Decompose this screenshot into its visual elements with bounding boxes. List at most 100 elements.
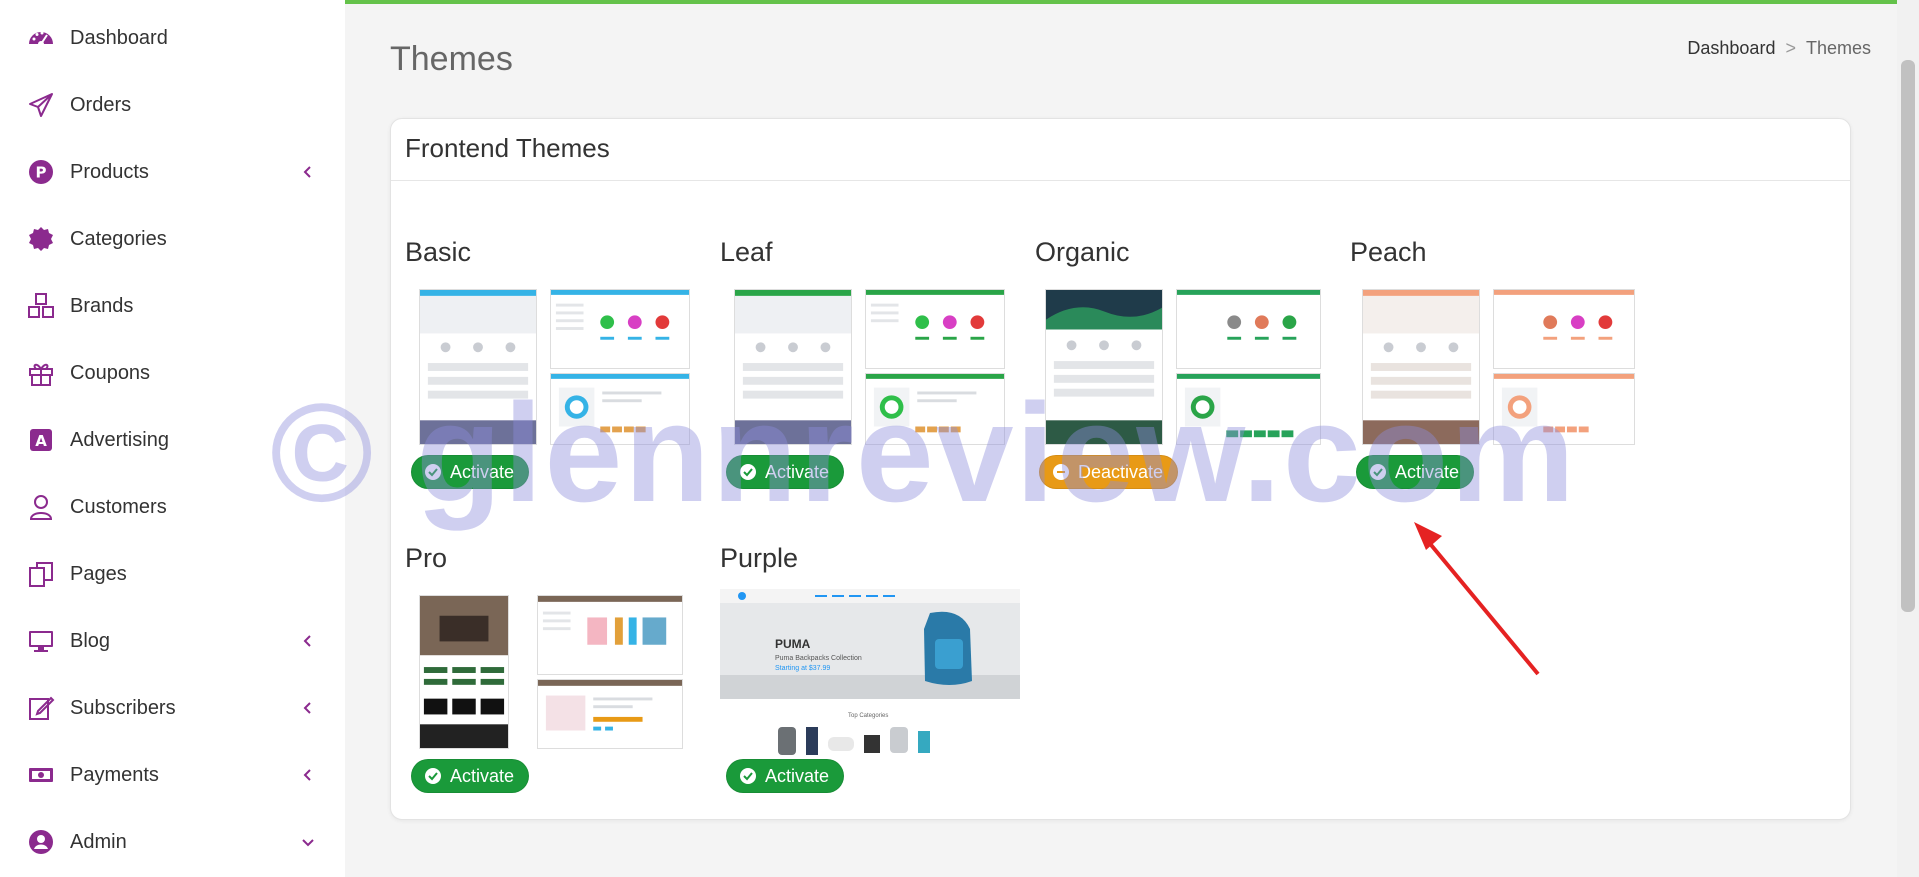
- theme-name: Peach: [1350, 237, 1427, 267]
- breadcrumb-dashboard-link[interactable]: Dashboard: [1687, 38, 1775, 59]
- theme-name: Organic: [1035, 237, 1130, 267]
- edit-icon: [26, 693, 56, 723]
- deactivate-button[interactable]: Deactivate: [1039, 455, 1179, 489]
- theme-pro: Pro Activate: [405, 543, 705, 803]
- sidebar-item-label: Subscribers: [70, 696, 176, 719]
- breadcrumb: Dashboard > Themes: [1687, 38, 1871, 59]
- paper-plane-icon: [26, 90, 56, 120]
- dashboard-gauge-icon: [26, 23, 56, 53]
- svg-text:P: P: [36, 164, 47, 182]
- sidebar-item-label: Dashboard: [70, 26, 168, 49]
- theme-preview-shop: [537, 595, 683, 675]
- preview-subline: Starting at $37.99: [775, 665, 831, 672]
- button-label: Activate: [765, 765, 830, 786]
- theme-name: Basic: [405, 237, 472, 267]
- theme-preview-home: [1362, 289, 1480, 445]
- sidebar-item-dashboard[interactable]: Dashboard: [0, 8, 345, 68]
- gift-icon: [26, 358, 56, 388]
- chevron-left-icon[interactable]: [300, 767, 316, 783]
- check-circle-icon: [1369, 463, 1387, 481]
- theme-preview-home: [419, 289, 537, 445]
- theme-preview-product: [537, 679, 683, 749]
- user-circle-icon: [26, 827, 56, 857]
- button-label: Activate: [450, 461, 515, 482]
- scrollbar-thumb[interactable]: [1901, 60, 1915, 612]
- preview-category-row: [778, 727, 978, 757]
- button-label: Activate: [450, 765, 515, 786]
- sidebar-item-label: Products: [70, 160, 149, 183]
- sidebar-item-label: Coupons: [70, 361, 151, 384]
- theme-preview-product: [550, 373, 690, 445]
- activate-button[interactable]: Activate: [726, 455, 845, 489]
- minus-circle-icon: [1052, 463, 1070, 481]
- pages-icon: [26, 559, 56, 589]
- theme-preview-product: [1493, 373, 1635, 445]
- theme-preview-home: [419, 595, 509, 749]
- page-scrollbar[interactable]: [1897, 0, 1919, 877]
- theme-preview-home: [734, 289, 852, 445]
- sidebar-item-admin[interactable]: Admin: [0, 812, 345, 872]
- activate-button[interactable]: Activate: [1356, 455, 1475, 489]
- sidebar-item-blog[interactable]: Blog: [0, 611, 345, 671]
- button-label: Deactivate: [1078, 461, 1164, 482]
- preview-section: Top Categories: [848, 713, 889, 719]
- sidebar-item-label: Orders: [70, 93, 132, 116]
- sidebar-item-label: Pages: [70, 562, 127, 585]
- breadcrumb-current: Themes: [1805, 38, 1871, 58]
- ad-square-icon: A: [26, 425, 56, 455]
- sidebar-item-orders[interactable]: Orders: [0, 75, 345, 135]
- theme-preview-shop: [550, 289, 690, 369]
- card-header: Frontend Themes: [391, 119, 1850, 181]
- preview-headline: Puma Backpacks Collection: [775, 655, 862, 662]
- theme-name: Leaf: [720, 237, 773, 267]
- theme-preview-home: [1045, 289, 1163, 445]
- theme-preview-shop: [1493, 289, 1635, 369]
- check-circle-icon: [739, 767, 757, 785]
- sidebar-item-label: Customers: [70, 495, 167, 518]
- theme-name: Purple: [720, 543, 799, 573]
- theme-preview-shop: [1176, 289, 1321, 369]
- sidebar: Dashboard Orders P Products Categories B…: [0, 0, 345, 877]
- chevron-left-icon[interactable]: [300, 633, 316, 649]
- top-accent-bar: [345, 0, 1897, 4]
- theme-preview-shop: [865, 289, 1005, 369]
- check-circle-icon: [739, 463, 757, 481]
- activate-button[interactable]: Activate: [411, 759, 530, 793]
- activate-button[interactable]: Activate: [726, 759, 845, 793]
- button-label: Activate: [765, 461, 830, 482]
- theme-name: Pro: [405, 543, 448, 573]
- breadcrumb-separator: >: [1785, 38, 1796, 58]
- sidebar-item-label: Brands: [70, 294, 134, 317]
- sidebar-item-customers[interactable]: Customers: [0, 477, 345, 537]
- sidebar-item-label: Advertising: [70, 428, 169, 451]
- activate-button[interactable]: Activate: [411, 455, 530, 489]
- page-title: Themes: [390, 40, 513, 78]
- theme-leaf: Leaf Activate: [720, 237, 1020, 489]
- preview-brand: PUMA: [775, 637, 811, 651]
- chevron-down-icon[interactable]: [300, 834, 316, 850]
- theme-purple: Purple PUMA Puma Backpacks Collection St…: [720, 543, 1040, 803]
- monitor-icon: [26, 626, 56, 656]
- cubes-icon: [26, 291, 56, 321]
- badge-icon: [26, 224, 56, 254]
- sidebar-item-products[interactable]: P Products: [0, 142, 345, 202]
- chevron-left-icon[interactable]: [300, 164, 316, 180]
- sidebar-item-brands[interactable]: Brands: [0, 276, 345, 336]
- sidebar-item-label: Blog: [70, 629, 111, 652]
- check-circle-icon: [424, 767, 442, 785]
- p-circle-icon: P: [26, 157, 56, 187]
- sidebar-item-advertising[interactable]: A Advertising: [0, 410, 345, 470]
- svg-text:A: A: [35, 432, 47, 450]
- sidebar-item-label: Payments: [70, 763, 159, 786]
- sidebar-item-payments[interactable]: Payments: [0, 745, 345, 805]
- sidebar-item-pages[interactable]: Pages: [0, 544, 345, 604]
- user-icon: [26, 492, 56, 522]
- frontend-themes-card: Frontend Themes Basic Activate Leaf Acti…: [390, 118, 1851, 820]
- theme-peach: Peach Activate: [1350, 237, 1650, 489]
- theme-preview-product: [1176, 373, 1321, 445]
- chevron-left-icon[interactable]: [300, 700, 316, 716]
- sidebar-item-subscribers[interactable]: Subscribers: [0, 678, 345, 738]
- theme-organic: Organic Deactivate: [1035, 237, 1335, 489]
- sidebar-item-coupons[interactable]: Coupons: [0, 343, 345, 403]
- sidebar-item-categories[interactable]: Categories: [0, 209, 345, 269]
